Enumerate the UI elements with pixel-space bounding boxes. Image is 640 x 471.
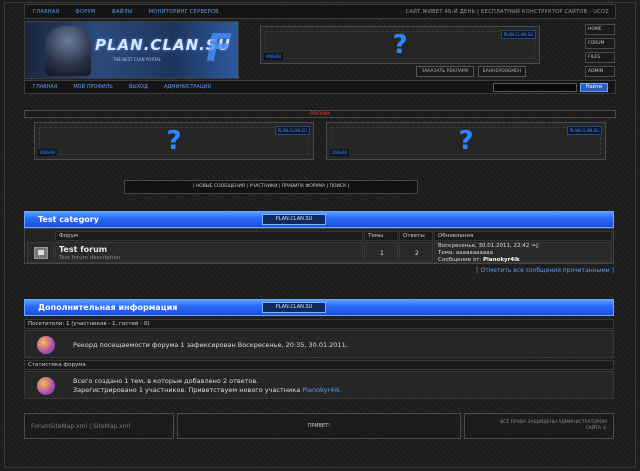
forum-last-update: Воскресенье, 30.01.2011, 22:42 ⇒▯ Тема: … [438, 243, 539, 264]
nav-link-forum[interactable]: Форум [67, 9, 103, 15]
record-row: Рекорд посещаемости форума 1 зафиксирова… [24, 330, 614, 358]
side-nav-forum[interactable]: Forum [585, 38, 615, 49]
nav-link-files[interactable]: Файлы [104, 9, 141, 15]
forum-table: Форум Темы Ответы Обновления Test forum … [24, 228, 614, 264]
stats-label: Статистика форума [24, 360, 614, 370]
footer-greeting: Привет! [307, 423, 331, 429]
forum-menu-links[interactable]: | Новые сообщения | Участники | Правила … [124, 180, 418, 194]
search-button[interactable]: Найти [580, 83, 608, 92]
ad-banner-top[interactable]: ? PLAN.CLAN.SU 468x60 [260, 26, 540, 64]
order-ad-button[interactable]: Заказать рекламу [416, 66, 474, 77]
forum-row[interactable]: Test forum Test forum description [55, 242, 363, 263]
user-nav-administration[interactable]: Администрация [156, 84, 219, 90]
ad-size-label: 468x60 [38, 149, 58, 156]
forum-replies-count: 2 [415, 250, 419, 257]
category-badge: PLAN.CLAN.SU [262, 214, 326, 225]
stats-line-1: Всего создано 1 тем, в которые добавлено… [73, 377, 259, 385]
ad-site-tag: PLAN.CLAN.SU [274, 126, 310, 135]
footer-links-box: ForumSiteMap.xml | SiteMap.xml [24, 413, 174, 439]
forum-update-cell: Воскресенье, 30.01.2011, 22:42 ⇒▯ Тема: … [434, 242, 612, 263]
forum-description: Test forum description [59, 255, 121, 261]
update-topic[interactable]: Тема: ааааааааааа [438, 250, 539, 257]
ad-size-label: 468x60 [330, 149, 350, 156]
ad-banner-right[interactable]: ? PLAN.CLAN.SU 468x60 [326, 122, 606, 160]
banner-exchange-button[interactable]: Баннерообмен [478, 66, 526, 77]
ad-label: Реклама [24, 110, 616, 118]
nav-link-monitoring[interactable]: Мониторинг серверов [141, 9, 227, 15]
footer-center-box: Привет! [177, 413, 461, 439]
col-header-topics: Темы [364, 231, 398, 241]
info-header[interactable]: Дополнительная информация PLAN.CLAN.SU [24, 299, 614, 316]
stats-text: Всего создано 1 тем, в которые добавлено… [73, 377, 342, 395]
forum-topics-count: 1 [380, 250, 384, 257]
forum-name[interactable]: Test forum [59, 245, 107, 254]
col-header-updates: Обновления [434, 231, 612, 241]
site-slogan: Сайт живет 4Б-й день | Бесплатный констр… [405, 8, 609, 15]
newest-member-link[interactable]: Planokyr4ik. [302, 386, 342, 394]
ad-banner-left[interactable]: ? PLAN.CLAN.SU 468x60 [34, 122, 314, 160]
ad-site-tag: PLAN.CLAN.SU [566, 126, 602, 135]
update-author[interactable]: Planokyr4ik [483, 257, 520, 263]
forum-replies-cell: 2 [399, 242, 433, 263]
footer-rights-line-2: сайта © [585, 426, 607, 431]
logo-tagline: THE BEST CLAN PORTAL [113, 57, 162, 62]
col-header-replies: Ответы [399, 231, 433, 241]
stats-row: Всего создано 1 тем, в которые добавлено… [24, 371, 614, 399]
record-text: Рекорд посещаемости форума 1 зафиксирова… [73, 341, 348, 349]
visitors-label: Посетители: 1 (участников - 1, гостей - … [24, 319, 614, 329]
search-input[interactable] [493, 83, 577, 92]
top-nav: Главная Форум Файлы Мониторинг серверов … [24, 4, 616, 19]
stats-line-2: Зарегистрировано 1 участников. Приветств… [73, 386, 301, 394]
update-by-label: Сообщение от: [438, 257, 482, 263]
side-nav: Home Forum Files Admin [585, 24, 615, 80]
user-nav-home[interactable]: Главная [25, 84, 65, 90]
ad-site-tag: PLAN.CLAN.SU [500, 30, 536, 39]
footer-rights: Все права защищены администратором сайта… [500, 420, 607, 432]
forum-icon-cell [27, 242, 54, 263]
nav-link-home[interactable]: Главная [25, 9, 67, 15]
question-icon: ? [392, 30, 408, 60]
info-title: Дополнительная информация [38, 303, 178, 312]
site-logo[interactable]: PLAN.CLAN.SU THE BEST CLAN PORTAL F [24, 21, 239, 79]
user-nav-logout[interactable]: Выход [121, 84, 156, 90]
sitemap-links[interactable]: ForumSiteMap.xml | SiteMap.xml [31, 423, 130, 430]
users-icon [37, 336, 55, 354]
mark-all-read-link[interactable]: [ Отметить все сообщения прочитанными ] [476, 267, 614, 274]
col-header-forum: Форум [55, 231, 363, 241]
footer-rights-box: Все права защищены администратором сайта… [464, 413, 614, 439]
forum-icon [34, 247, 48, 259]
category-header[interactable]: Test category PLAN.CLAN.SU [24, 211, 614, 228]
forum-topics-cell: 1 [364, 242, 398, 263]
update-date[interactable]: Воскресенье, 30.01.2011, 22:42 [438, 243, 529, 249]
goto-post-icon[interactable]: ⇒▯ [531, 243, 539, 249]
side-nav-admin[interactable]: Admin [585, 66, 615, 77]
user-nav-profile[interactable]: Мой профиль [65, 84, 121, 90]
ad-size-label: 468x60 [264, 53, 284, 60]
logo-mark: F [206, 26, 232, 70]
side-nav-files[interactable]: Files [585, 52, 615, 63]
side-nav-home[interactable]: Home [585, 24, 615, 35]
soldier-image [45, 26, 91, 76]
category-title[interactable]: Test category [38, 215, 99, 224]
info-badge: PLAN.CLAN.SU [262, 302, 326, 313]
stats-icon [37, 377, 55, 395]
question-icon: ? [166, 126, 182, 156]
question-icon: ? [458, 126, 474, 156]
